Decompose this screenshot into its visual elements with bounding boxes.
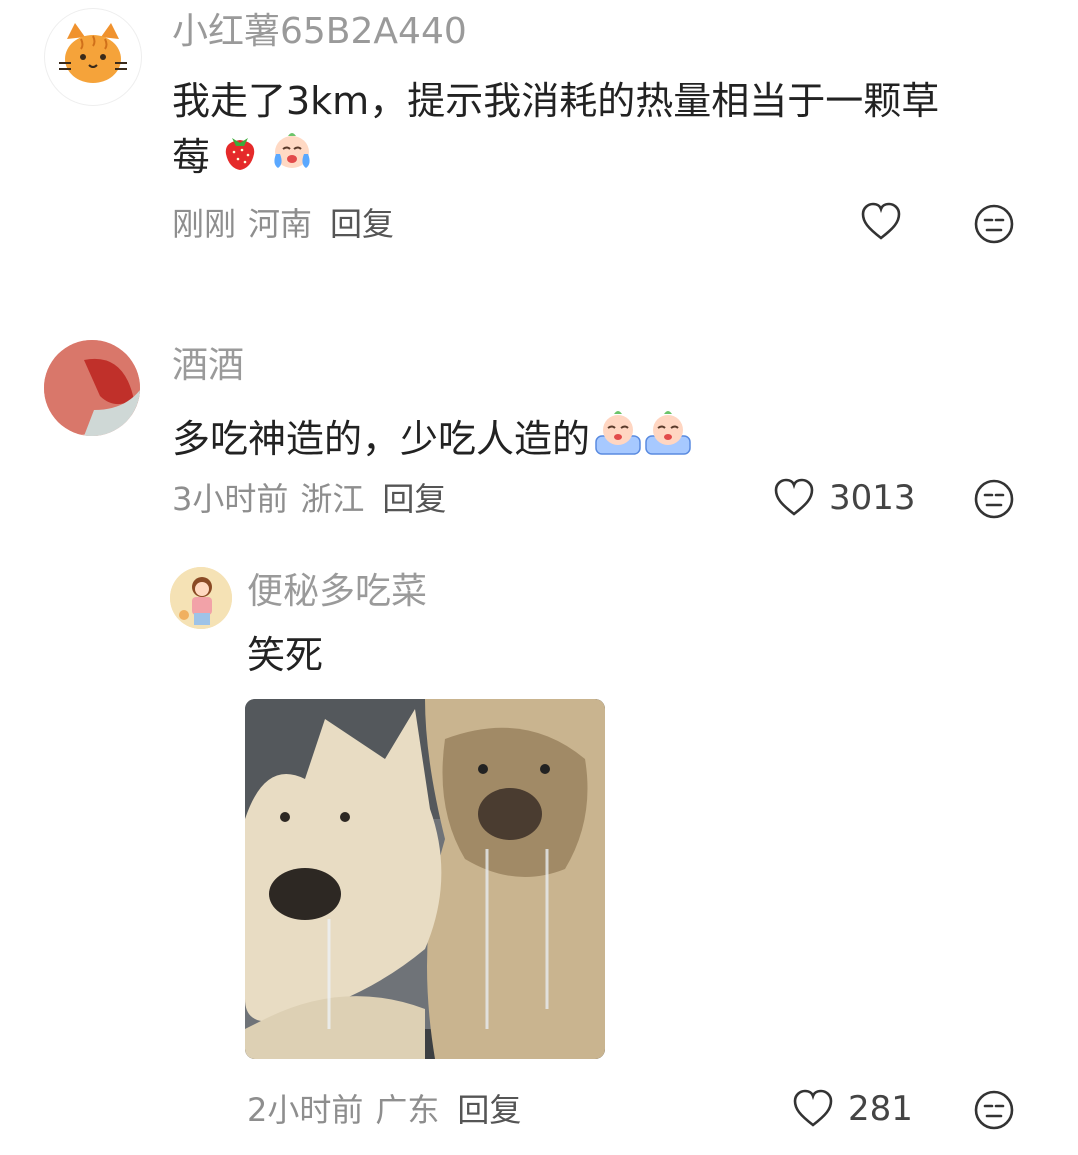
avatar-watermelon[interactable]: [44, 340, 140, 436]
like-button[interactable]: [860, 202, 902, 242]
watermelon-icon: [44, 340, 140, 436]
like-count: 281: [848, 1089, 913, 1129]
heart-icon: [860, 202, 902, 242]
comment-meta: 刚刚 河南 回复: [172, 204, 394, 244]
comment-text-line: 多吃神造的，少吃人造的: [172, 417, 591, 461]
comment-text: 我走了3km，提示我消耗的热量相当于一颗草 莓: [172, 74, 1032, 186]
comment-text-line: 我走了3km，提示我消耗的热量相当于一颗草: [172, 79, 940, 123]
heart-icon: [792, 1089, 834, 1129]
reply-button[interactable]: 回复: [382, 480, 446, 518]
comment-text: 笑死: [247, 633, 324, 677]
dogs-photo-icon: [245, 699, 605, 1059]
like-count: 3013: [829, 478, 916, 518]
comment-username[interactable]: 小红薯65B2A440: [172, 10, 467, 54]
like-button[interactable]: 3013: [773, 478, 916, 518]
comment-location: 浙江: [300, 480, 365, 518]
avatar-cat[interactable]: [44, 8, 142, 106]
emoji-reaction-icon[interactable]: [973, 203, 1015, 245]
reply-button[interactable]: 回复: [330, 205, 394, 243]
avatar-girl[interactable]: [170, 567, 232, 629]
comment-location: 河南: [248, 205, 313, 243]
comment-image[interactable]: [245, 699, 605, 1059]
crying-face-icon: [268, 128, 316, 186]
like-button[interactable]: 281: [792, 1089, 913, 1129]
comment-location: 广东: [375, 1091, 440, 1129]
strawberry-icon: [218, 128, 262, 186]
emoji-reaction-icon[interactable]: [973, 478, 1015, 520]
cat-icon: [59, 23, 127, 83]
comment-text-line: 莓: [172, 135, 211, 179]
comment-meta: 2小时前 广东 回复: [247, 1090, 521, 1130]
emoji-reaction-icon[interactable]: [973, 1089, 1015, 1131]
comment-time: 刚刚: [172, 205, 237, 243]
comment-time: 2小时前: [247, 1091, 364, 1129]
reply-button[interactable]: 回复: [457, 1091, 521, 1129]
comment-username[interactable]: 便秘多吃菜: [247, 570, 427, 614]
comment-meta: 3小时前 浙江 回复: [172, 479, 446, 519]
crying-baby-icon: [594, 408, 642, 470]
crying-baby-icon: [644, 408, 692, 470]
girl-avatar-icon: [170, 567, 232, 629]
comment-text: 多吃神造的，少吃人造的: [172, 408, 1032, 470]
comment-time: 3小时前: [172, 480, 289, 518]
comment-username[interactable]: 酒酒: [172, 344, 244, 388]
heart-icon: [773, 478, 815, 518]
